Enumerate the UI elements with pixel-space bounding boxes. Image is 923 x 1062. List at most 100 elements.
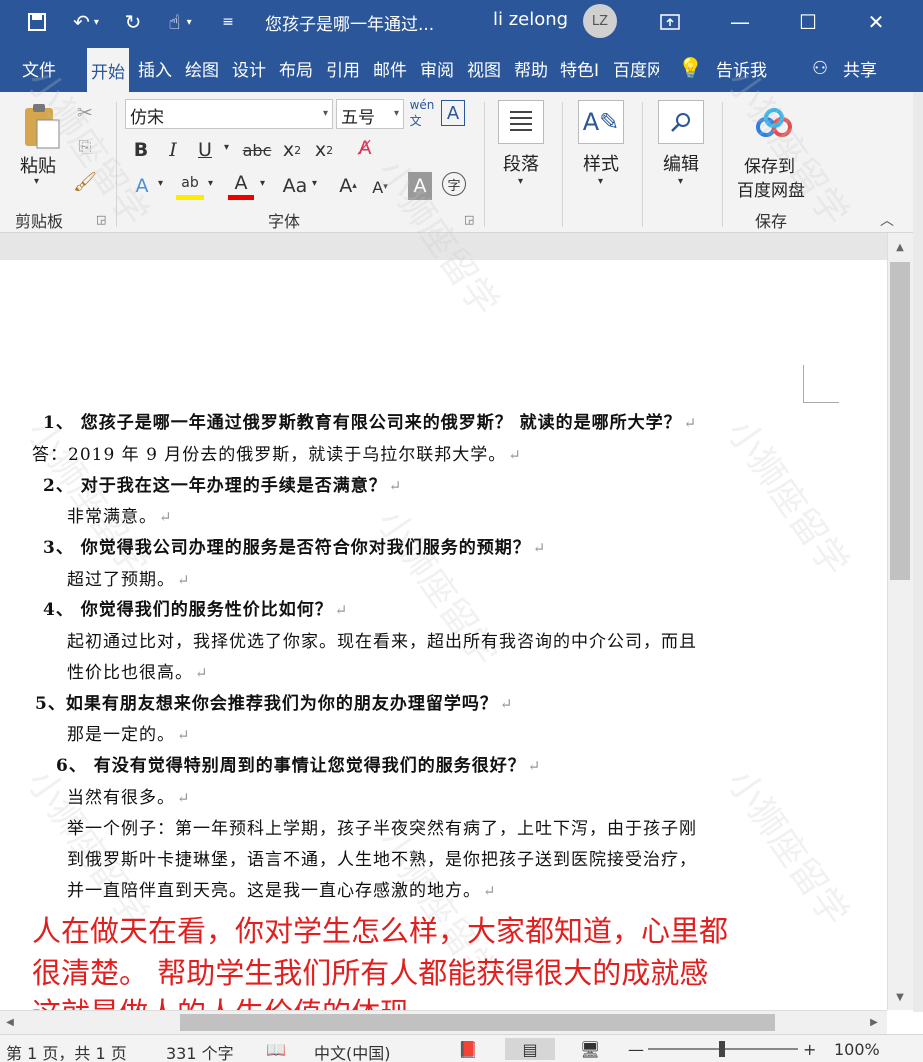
font-size-select[interactable]: 五号 ▾ [336, 99, 404, 129]
cut-icon[interactable]: ✂ [74, 102, 96, 124]
minimize-icon[interactable]: — [710, 0, 770, 44]
vertical-scroll-thumb[interactable] [890, 262, 910, 580]
user-name[interactable]: li zelong [493, 9, 568, 30]
horizontal-scroll-thumb[interactable] [180, 1014, 775, 1031]
answer-4-line-1[interactable]: 起初通过比对，我择优选了你家。现在看来，超出所有我咨询的中介公司，而且 [67, 627, 697, 652]
question-4[interactable]: 4、 你觉得我们的服务性价比如何？ ↵ [43, 595, 348, 620]
scroll-up-icon[interactable]: ▲ [889, 238, 911, 256]
superscript-icon[interactable]: x2 [312, 136, 336, 164]
scroll-right-icon[interactable]: ▶ [866, 1014, 882, 1031]
font-color-icon[interactable]: A [228, 170, 254, 200]
tab-view[interactable]: 视图 [467, 44, 501, 92]
copy-icon[interactable]: ⎘ [74, 136, 96, 158]
web-layout-icon[interactable]: 🖥 [580, 1040, 600, 1059]
avatar[interactable]: LZ [583, 4, 617, 38]
tab-mailings[interactable]: 邮件 [373, 44, 407, 92]
editing-button[interactable]: 编辑 [663, 150, 699, 176]
tab-file[interactable]: 文件 [22, 44, 56, 92]
question-5[interactable]: 5、如果有朋友想来你会推荐我们为你的朋友办理留学吗？ ↵ [35, 689, 513, 714]
save-to-baidu-label-2[interactable]: 百度网盘 [737, 176, 805, 201]
answer-6-line-3[interactable]: 到俄罗斯叶卡捷琳堡，语言不通，人生地不熟，是你把孩子送到医院接受治疗， [67, 845, 697, 870]
question-6[interactable]: 6、 有没有觉得特别周到的事情让您觉得我们的服务很好？ ↵ [56, 751, 541, 776]
question-1[interactable]: 1、 您孩子是哪一年通过俄罗斯教育有限公司来的俄罗斯？ 就读的是哪所大学？ ↵ [43, 408, 697, 433]
read-mode-icon[interactable]: 📕 [458, 1040, 478, 1059]
answer-1[interactable]: 答：2019 年 9 月份去的俄罗斯，就读于乌拉尔联邦大学。 ↵ [32, 440, 522, 465]
font-launcher-icon[interactable]: ◲ [464, 213, 474, 226]
collapse-ribbon-icon[interactable]: ︿ [880, 210, 894, 230]
share-person-icon[interactable]: ⚇ [812, 44, 828, 92]
search-icon[interactable] [658, 100, 704, 144]
tab-design[interactable]: 设计 [232, 44, 266, 92]
phonetic-guide-icon[interactable]: wén 文 [410, 98, 435, 128]
paste-dropdown-icon[interactable]: ▾ [34, 176, 39, 187]
ribbon-display-options-icon[interactable] [640, 0, 700, 44]
italic-icon[interactable]: I [162, 136, 184, 164]
tab-draw[interactable]: 绘图 [185, 44, 219, 92]
scroll-down-icon[interactable]: ▼ [889, 988, 911, 1006]
question-3[interactable]: 3、 你觉得我公司办理的服务是否符合你对我们服务的预期？ ↵ [43, 533, 546, 558]
print-layout-icon[interactable]: ▤ [505, 1038, 555, 1060]
font-name-select[interactable]: 仿宋 ▾ [125, 99, 333, 129]
format-painter-icon[interactable]: 🖌 [73, 170, 97, 193]
tab-references[interactable]: 引用 [326, 44, 360, 92]
character-border-icon[interactable]: A [441, 100, 465, 126]
tab-home[interactable]: 开始 [87, 48, 129, 92]
zoom-slider-thumb[interactable] [719, 1041, 725, 1057]
clear-formatting-icon[interactable]: A̸ [352, 134, 378, 162]
bold-icon[interactable]: B [130, 136, 152, 164]
paragraph-icon[interactable] [498, 100, 544, 144]
answer-6-line-1[interactable]: 当然有很多。 ↵ [67, 783, 191, 808]
answer-3[interactable]: 超过了预期。 ↵ [67, 565, 191, 590]
clipboard-launcher-icon[interactable]: ◲ [96, 213, 106, 226]
answer-6-line-4[interactable]: 并一直陪伴直到天亮。这是我一直心存感激的地方。 ↵ [67, 876, 497, 901]
answer-4-line-2[interactable]: 性价比也很高。 ↵ [67, 658, 209, 683]
shrink-font-icon[interactable]: A ▾ [368, 174, 392, 200]
answer-5[interactable]: 那是一定的。 ↵ [67, 720, 191, 745]
undo-icon[interactable]: ↶ ▾ [66, 0, 106, 44]
save-to-baidu-label-1[interactable]: 保存到 [744, 152, 795, 177]
tab-baidu[interactable]: 百度网 [613, 44, 659, 92]
highlight-icon[interactable]: ab [176, 170, 204, 200]
share-button[interactable]: 共享 [843, 44, 877, 92]
change-case-icon[interactable]: Aa [278, 172, 312, 200]
scroll-left-icon[interactable]: ◀ [2, 1014, 18, 1031]
grow-font-icon[interactable]: A ▴ [336, 172, 360, 200]
word-count[interactable]: 331 个字 [166, 1040, 234, 1062]
close-icon[interactable]: ✕ [846, 0, 906, 44]
customize-toolbar-icon[interactable]: ≡ [218, 0, 238, 44]
strikethrough-icon[interactable]: abc [242, 136, 272, 164]
answer-2[interactable]: 非常满意。 ↵ [67, 502, 173, 527]
redo-icon[interactable]: ↻ [118, 0, 148, 44]
paragraph-button[interactable]: 段落 [503, 150, 539, 176]
paste-label[interactable]: 粘贴 [20, 152, 56, 178]
language[interactable]: 中文(中国) [314, 1040, 391, 1062]
styles-button[interactable]: 样式 [583, 150, 619, 176]
underline-dropdown-icon[interactable]: ▾ [224, 142, 229, 153]
paste-icon[interactable] [18, 100, 64, 152]
character-shading-icon[interactable]: A [408, 172, 432, 200]
baidu-netdisk-icon[interactable] [752, 104, 796, 144]
tell-me[interactable]: 告诉我 [716, 44, 767, 92]
styles-icon[interactable]: A✎ [578, 100, 624, 144]
tab-review[interactable]: 审阅 [420, 44, 454, 92]
lightbulb-icon[interactable]: 💡 [678, 44, 703, 92]
highlight-dropdown-icon[interactable]: ▾ [208, 178, 213, 189]
text-effects-icon[interactable]: A [130, 172, 154, 200]
underline-icon[interactable]: U [194, 136, 216, 164]
text-effects-dropdown-icon[interactable]: ▾ [158, 178, 163, 189]
proofing-icon[interactable]: 📖 [266, 1040, 286, 1059]
editing-dropdown-icon[interactable]: ▾ [678, 176, 683, 187]
zoom-level[interactable]: 100% [834, 1040, 880, 1059]
subscript-icon[interactable]: x2 [280, 136, 304, 164]
change-case-dropdown-icon[interactable]: ▾ [312, 178, 317, 189]
maximize-icon[interactable]: ☐ [778, 0, 838, 44]
tab-layout[interactable]: 布局 [279, 44, 313, 92]
enclose-characters-icon[interactable]: 字 [442, 172, 466, 196]
styles-dropdown-icon[interactable]: ▾ [598, 176, 603, 187]
tab-help[interactable]: 帮助 [514, 44, 548, 92]
zoom-out-icon[interactable]: — [628, 1040, 644, 1059]
save-icon[interactable] [22, 0, 52, 44]
zoom-in-icon[interactable]: + [803, 1040, 816, 1059]
answer-6-line-2[interactable]: 举一个例子：第一年预科上学期，孩子半夜突然有病了，上吐下泻，由于孩子刚 [67, 814, 697, 839]
touch-mode-icon[interactable]: ☝ ▾ [158, 0, 202, 44]
